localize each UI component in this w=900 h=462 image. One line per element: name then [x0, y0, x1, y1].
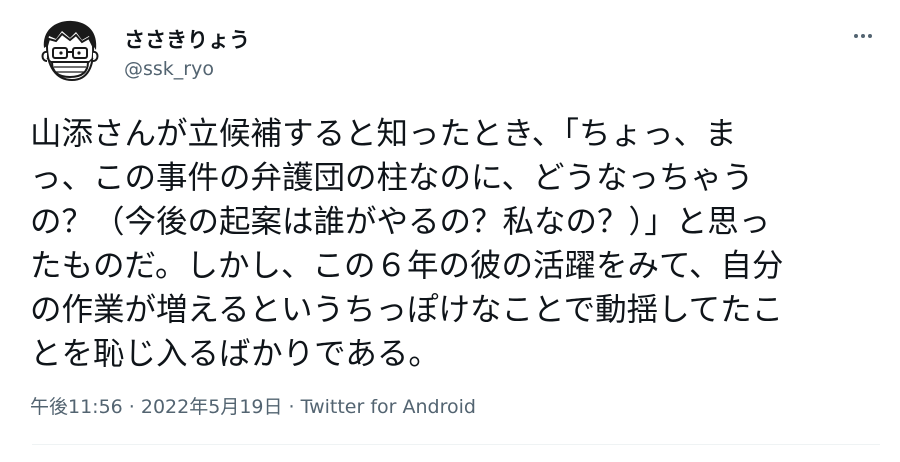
tweet-text: 山添さんが立候補すると知ったとき、「ちょっ、ま っ、この事件の弁護団の柱なのに、…: [30, 112, 870, 376]
more-options-button[interactable]: [846, 22, 880, 50]
tweet-text-line: たものだ。しかし、この６年の彼の活躍をみて、自分: [30, 248, 784, 284]
tweet-meta: 午後11:56 · 2022年5月19日 · Twitter for Andro…: [30, 392, 476, 419]
tweet-text-line: とを恥じ入るばかりである。: [30, 336, 440, 372]
divider: [32, 444, 880, 445]
avatar[interactable]: [32, 14, 108, 90]
author-display-name[interactable]: ささきりょう: [124, 24, 250, 54]
meta-separator: ·: [282, 396, 301, 418]
author-handle[interactable]: @ssk_ryo: [124, 58, 214, 80]
tweet-text-line: 山添さんが立候補すると知ったとき、「ちょっ、ま: [30, 116, 737, 152]
tweet-source[interactable]: Twitter for Android: [301, 396, 476, 418]
tweet-text-line: の作業が増えるというちっぽけなことで動揺してたこ: [30, 292, 784, 328]
more-dots-icon: [854, 34, 858, 38]
tweet-text-line: の？（今後の起案は誰がやるの？私なの？）」と思っ: [30, 204, 771, 240]
tweet-card: ささきりょう @ssk_ryo 山添さんが立候補すると知ったとき、「ちょっ、ま …: [0, 0, 900, 462]
tweet-text-line: っ、この事件の弁護団の柱なのに、どうなっちゃう: [30, 160, 754, 196]
more-dots-icon: [868, 34, 872, 38]
cartoon-man-avatar-icon: [41, 20, 99, 82]
more-dots-icon: [861, 34, 865, 38]
tweet-timestamp[interactable]: 午後11:56 · 2022年5月19日: [30, 396, 283, 418]
